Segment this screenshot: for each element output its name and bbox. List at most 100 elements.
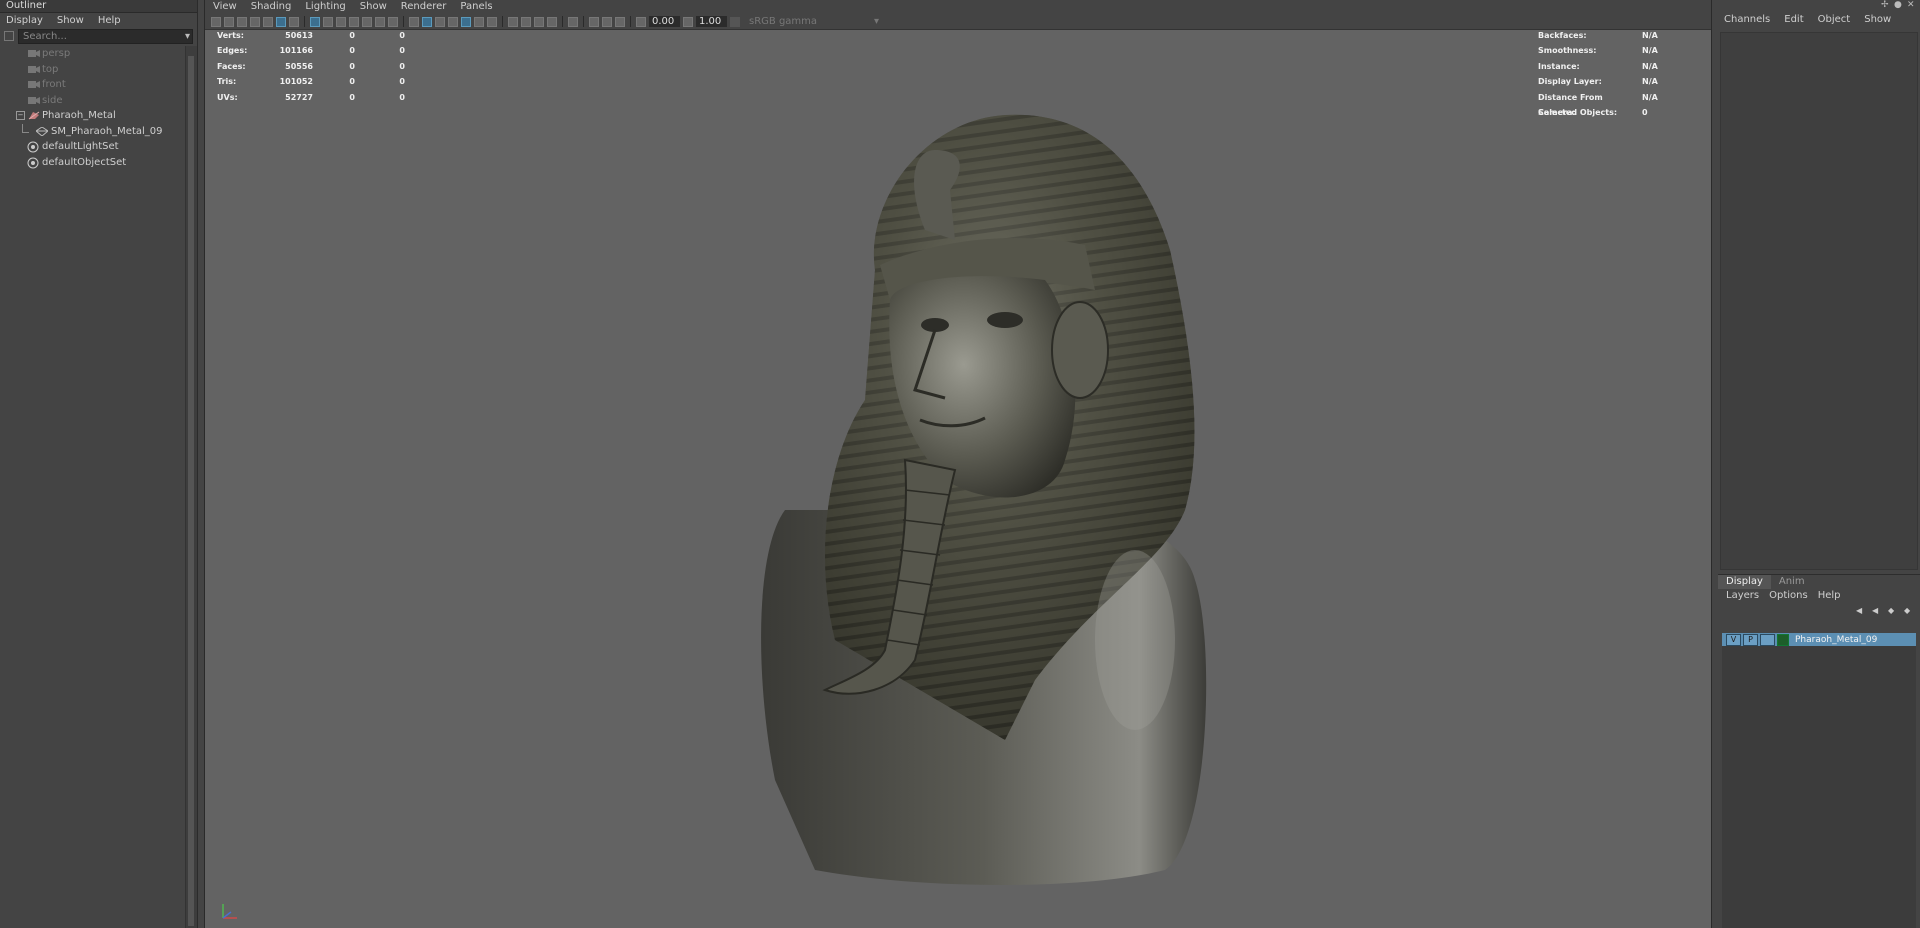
colorspace-dropdown[interactable]: sRGB gamma ▾ <box>743 16 879 27</box>
hud-value: 101052 <box>279 77 313 87</box>
tab-display[interactable]: Display <box>1718 575 1771 589</box>
layer-color-swatch[interactable] <box>1777 633 1789 646</box>
gate-mask-icon[interactable] <box>349 16 359 27</box>
outliner-item-persp[interactable]: persp <box>0 46 185 62</box>
outliner-item-label: side <box>42 94 63 106</box>
gamma-icon[interactable] <box>683 16 693 27</box>
brush-icon[interactable] <box>289 16 299 27</box>
outliner-scrollbar[interactable] <box>185 46 197 928</box>
outliner-menu-display[interactable]: Display <box>6 13 43 28</box>
filter-icon[interactable] <box>4 31 14 41</box>
viewport-menu-show[interactable]: Show <box>360 0 387 14</box>
layer-menu-layers[interactable]: Layers <box>1726 589 1759 603</box>
hud-label: Tris: <box>217 77 237 87</box>
poly-count-hud: Verts: 50613 0 0 Edges: 101166 0 0 Faces: 50556… <box>217 28 405 105</box>
camera-attributes-icon[interactable] <box>224 16 234 27</box>
textured-icon[interactable] <box>461 16 471 27</box>
wireframe-on-shaded-icon[interactable] <box>448 16 458 27</box>
new-layer-icon[interactable]: ◆ <box>1888 607 1898 615</box>
channelbox-menu-object[interactable]: Object <box>1818 11 1851 29</box>
exposure-icon[interactable] <box>636 16 646 27</box>
default-material-icon[interactable] <box>435 16 445 27</box>
viewport-panel[interactable]: View Shading Lighting Show Renderer Pane… <box>204 0 1712 928</box>
outliner-search-input[interactable]: Search... ▾ <box>18 28 193 44</box>
motion-blur-icon[interactable] <box>521 16 531 27</box>
use-all-lights-icon[interactable] <box>474 16 484 27</box>
outliner-item-front[interactable]: front <box>0 77 185 93</box>
ambient-occlusion-icon[interactable] <box>508 16 518 27</box>
xray-icon[interactable] <box>589 16 599 27</box>
viewport-menu-renderer[interactable]: Renderer <box>401 0 447 14</box>
anti-aliasing-icon[interactable] <box>534 16 544 27</box>
outliner-item-label: persp <box>42 48 71 59</box>
film-gate-icon[interactable] <box>323 16 333 27</box>
viewport-menu-shading[interactable]: Shading <box>251 0 292 14</box>
xray-joints-icon[interactable] <box>615 16 625 27</box>
collapse-icon[interactable]: − <box>16 111 25 120</box>
select-camera-icon[interactable] <box>211 16 221 27</box>
field-chart-icon[interactable] <box>362 16 372 27</box>
hud-value: 50613 <box>285 31 313 40</box>
viewport-menu-lighting[interactable]: Lighting <box>305 0 345 14</box>
chevron-down-icon[interactable]: ▾ <box>185 30 190 43</box>
channelbox-menu-show[interactable]: Show <box>1864 11 1891 29</box>
hud-value: 0 <box>349 61 355 71</box>
outliner-menu-show[interactable]: Show <box>57 13 84 28</box>
axis-gizmo-icon <box>222 904 237 919</box>
safe-action-icon[interactable] <box>375 16 385 27</box>
outliner-panel: Outliner Display Show Help Search... ▾ p… <box>0 0 198 928</box>
new-layer-from-selection-icon[interactable]: ◆ <box>1904 607 1914 615</box>
depth-of-field-icon[interactable] <box>547 16 557 27</box>
safe-title-icon[interactable] <box>388 16 398 27</box>
outliner-item-pharaoh-metal[interactable]: − Pharaoh_Metal <box>0 108 185 124</box>
gamma-field[interactable]: 1.00 <box>696 16 727 27</box>
hud-value: 0 <box>399 31 405 40</box>
outliner-menu-help[interactable]: Help <box>98 13 121 28</box>
hud-label: Faces: <box>217 61 246 71</box>
move-layer-up-icon[interactable]: ◀ <box>1856 607 1866 615</box>
resolution-gate-icon[interactable] <box>336 16 346 27</box>
channelbox-menu-edit[interactable]: Edit <box>1784 11 1803 29</box>
outliner-item-sm-pharaoh-metal-09[interactable]: SM_Pharaoh_Metal_09 <box>0 123 185 140</box>
tab-anim[interactable]: Anim <box>1771 575 1813 589</box>
viewport-menu-view[interactable]: View <box>213 0 237 14</box>
layer-menu-help[interactable]: Help <box>1818 589 1841 603</box>
camera-icon <box>28 50 40 57</box>
outliner-item-default-object-set[interactable]: defaultObjectSet <box>0 155 185 171</box>
outliner-item-top[interactable]: top <box>0 62 185 78</box>
tool-settings-icon[interactable]: ● <box>1894 1 1903 10</box>
isolate-select-icon[interactable] <box>568 16 578 27</box>
layer-display-type-toggle[interactable] <box>1760 633 1775 646</box>
color-management-icon[interactable] <box>730 16 740 27</box>
scrollbar-thumb[interactable] <box>188 56 194 926</box>
outliner-item-default-light-set[interactable]: defaultLightSet <box>0 139 185 155</box>
bookmark-icon[interactable] <box>237 16 247 27</box>
image-plane-icon[interactable] <box>250 16 260 27</box>
hud-label: Verts: <box>217 31 244 40</box>
layer-menu-options[interactable]: Options <box>1769 589 1808 603</box>
channelbox-menu-channels[interactable]: Channels <box>1724 11 1770 29</box>
pharaoh-bust-model[interactable] <box>665 80 1225 900</box>
hud-value: 50556 <box>285 61 313 71</box>
2d-pan-zoom-icon[interactable] <box>263 16 273 27</box>
layer-playback-toggle[interactable]: P <box>1743 633 1758 646</box>
xray-active-icon[interactable] <box>602 16 612 27</box>
smooth-shade-icon[interactable] <box>422 16 432 27</box>
viewport-menu-panels[interactable]: Panels <box>460 0 492 14</box>
shadows-icon[interactable] <box>487 16 497 27</box>
layer-row[interactable]: V P Pharaoh_Metal_09 <box>1722 633 1916 646</box>
set-icon <box>27 141 39 153</box>
outliner-item-side[interactable]: side <box>0 93 185 109</box>
outliner-item-label: SM_Pharaoh_Metal_09 <box>51 125 163 137</box>
grid-icon[interactable] <box>310 16 320 27</box>
axis-toggle-icon[interactable]: ✢ <box>1881 1 1890 10</box>
layer-visibility-toggle[interactable]: V <box>1726 633 1741 646</box>
hud-label: Instance: <box>1538 61 1580 71</box>
close-icon[interactable]: ✕ <box>1907 1 1916 10</box>
wireframe-icon[interactable] <box>409 16 419 27</box>
hud-value: 0 <box>349 92 355 102</box>
exposure-field[interactable]: 0.00 <box>649 16 680 27</box>
camera-icon <box>28 81 40 88</box>
move-layer-down-icon[interactable]: ◀ <box>1872 607 1882 615</box>
grease-pencil-icon[interactable] <box>276 16 286 27</box>
